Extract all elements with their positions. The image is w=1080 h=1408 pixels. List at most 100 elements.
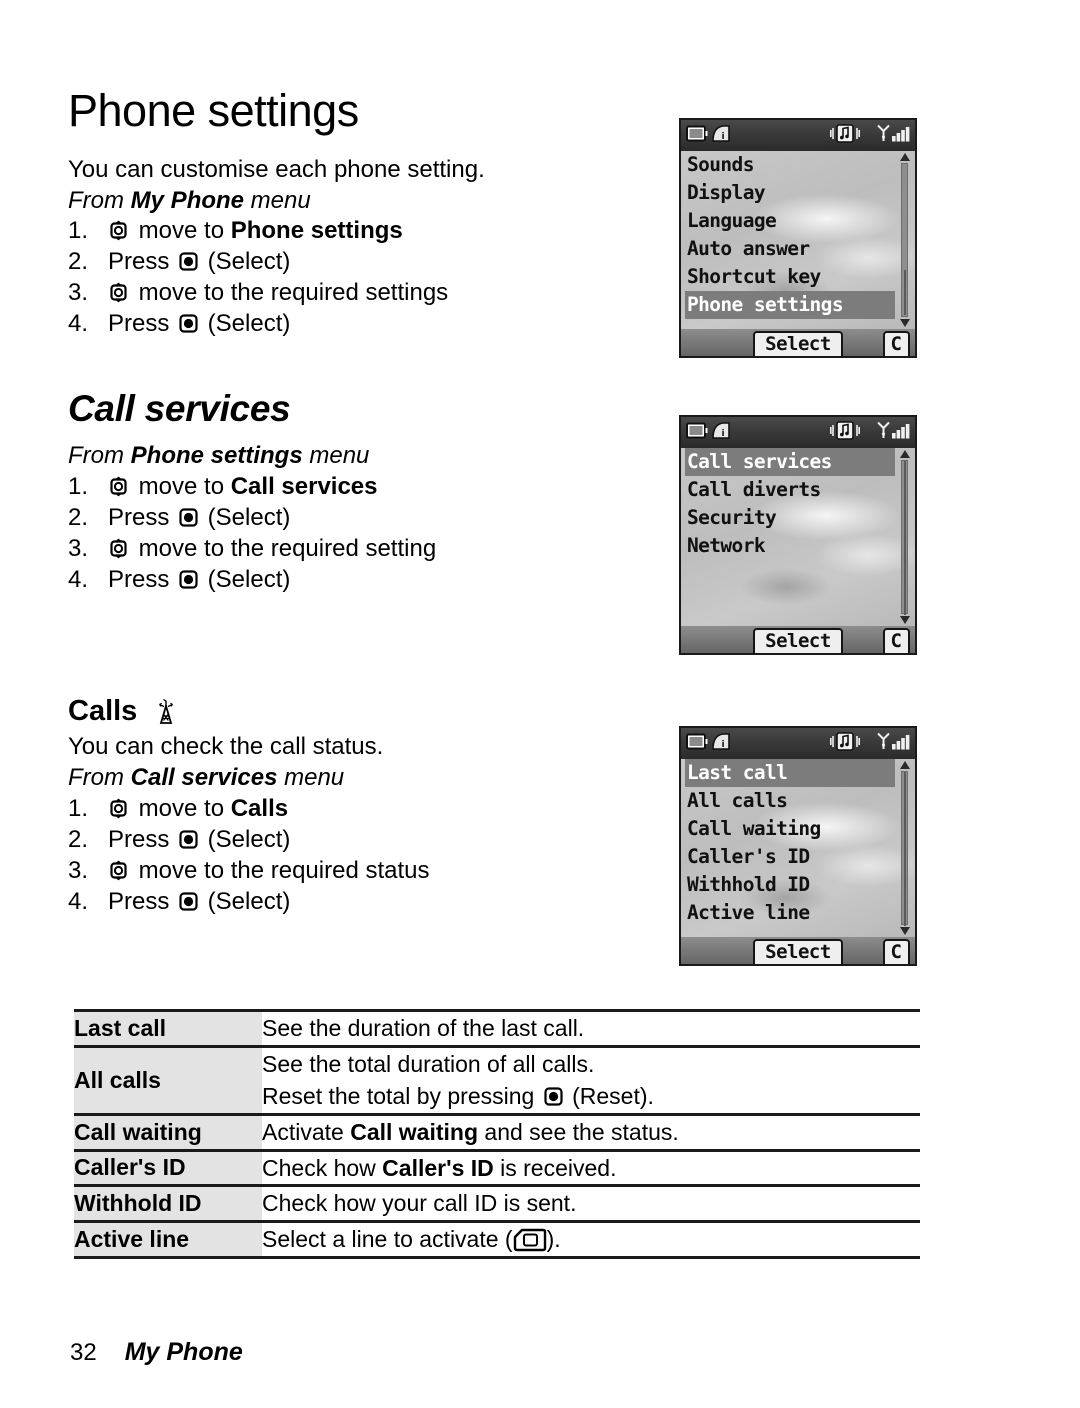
step-text: Press (Select) bbox=[108, 503, 290, 534]
step-text: move to the required settings bbox=[108, 278, 448, 309]
step-body: move to the required settings bbox=[132, 279, 449, 307]
scroll-up-arrow-icon[interactable] bbox=[899, 761, 910, 769]
status-left-icons: i bbox=[686, 421, 731, 445]
scroll-down-arrow-icon[interactable] bbox=[899, 927, 910, 935]
sim-card-icon bbox=[513, 1228, 547, 1252]
step-body: move to bbox=[132, 794, 231, 822]
desc-line: See the total duration of all calls. bbox=[262, 1048, 920, 1081]
nav-key-icon bbox=[109, 860, 128, 881]
table-row-key: Last call bbox=[74, 1010, 262, 1047]
scrollbar-thumb[interactable] bbox=[904, 772, 906, 926]
softkey-select-button[interactable]: Select bbox=[753, 627, 843, 653]
subsection-heading-calls: Calls bbox=[68, 696, 668, 726]
menu-item[interactable]: Caller's ID bbox=[685, 843, 893, 871]
softkey-bar: Select C bbox=[681, 937, 915, 964]
scrollbar[interactable] bbox=[898, 761, 911, 935]
menu-item[interactable]: Withhold ID bbox=[685, 871, 893, 899]
step-body-post: (Select) bbox=[201, 887, 291, 915]
table-row-key: Caller's ID bbox=[74, 1150, 262, 1186]
step-body-post: (Select) bbox=[201, 310, 291, 338]
desc-pre: Activate bbox=[262, 1118, 351, 1145]
menu-item[interactable]: Network bbox=[685, 532, 893, 560]
status-bar: i bbox=[681, 120, 915, 151]
menu-item[interactable]: All calls bbox=[685, 787, 893, 815]
step-text: Press (Select) bbox=[108, 887, 290, 918]
vibrate-melody-icon bbox=[830, 123, 860, 148]
menu-item[interactable]: Call waiting bbox=[685, 815, 893, 843]
step-body-post: (Select) bbox=[201, 825, 291, 853]
desc-pre: See the total duration of all calls. bbox=[262, 1050, 595, 1077]
table-row: Call waiting Activate Call waiting and s… bbox=[74, 1114, 920, 1151]
scrollbar[interactable] bbox=[898, 450, 911, 624]
menu-list: Sounds Display Language Auto answer Shor… bbox=[681, 151, 895, 319]
battery-icon bbox=[686, 733, 708, 755]
from-menu-name: Call services bbox=[130, 764, 278, 792]
desc-post: is received. bbox=[493, 1154, 617, 1181]
softkey-clear-button[interactable]: C bbox=[882, 938, 910, 964]
phone-screenshot-calls: i Last call All calls Call waiting Calle… bbox=[679, 726, 917, 966]
softkey-clear-button[interactable]: C bbox=[882, 627, 910, 653]
softkey-select-button[interactable]: Select bbox=[753, 330, 843, 356]
desc-pre: See the duration of the last call. bbox=[262, 1015, 585, 1041]
step-item: 4. Press (Select) bbox=[68, 309, 668, 340]
step-body: move to the required setting bbox=[132, 534, 437, 562]
step-item: 1. move to Calls bbox=[68, 794, 668, 825]
menu-item[interactable]: Call diverts bbox=[685, 476, 893, 504]
step-item: 3. move to the required settings bbox=[68, 278, 668, 309]
table-row: All calls See the total duration of all … bbox=[74, 1046, 920, 1115]
desc-line: Activate Call waiting and see the status… bbox=[262, 1116, 920, 1149]
table-row-description: See the duration of the last call. bbox=[262, 1011, 920, 1047]
select-key-icon bbox=[179, 830, 198, 849]
menu-item-selected[interactable]: Last call bbox=[685, 759, 895, 787]
scroll-up-arrow-icon[interactable] bbox=[899, 153, 910, 161]
scrollbar-track[interactable] bbox=[901, 460, 908, 615]
step-number: 2. bbox=[68, 248, 89, 276]
step-text: move to Phone settings bbox=[108, 216, 403, 247]
table-row-key: All calls bbox=[74, 1046, 262, 1115]
scroll-down-arrow-icon[interactable] bbox=[899, 616, 910, 624]
step-body-post: (Select) bbox=[201, 565, 291, 593]
scrollbar-track[interactable] bbox=[901, 163, 908, 317]
scrollbar-thumb[interactable] bbox=[904, 461, 906, 615]
desc-post: ). bbox=[546, 1225, 561, 1252]
from-menu-calls: From Call services menu bbox=[68, 763, 668, 794]
step-number: 4. bbox=[68, 887, 89, 915]
menu-item[interactable]: Shortcut key bbox=[685, 263, 893, 291]
menu-item[interactable]: Sounds bbox=[685, 151, 893, 179]
menu-item[interactable]: Security bbox=[685, 504, 893, 532]
signal-strength-icon bbox=[876, 421, 910, 445]
desc-pre: Reset the total by pressing bbox=[262, 1083, 541, 1110]
menu-item[interactable]: Display bbox=[685, 179, 893, 207]
desc-post: and see the status. bbox=[478, 1118, 679, 1145]
step-emphasis: Calls bbox=[230, 794, 289, 822]
step-body: move to bbox=[132, 217, 231, 245]
softkey-select-button[interactable]: Select bbox=[753, 938, 843, 964]
menu-list: Last call All calls Call waiting Caller'… bbox=[681, 759, 895, 927]
step-text: Press (Select) bbox=[108, 825, 290, 856]
select-key-icon bbox=[179, 569, 198, 589]
scroll-down-arrow-icon[interactable] bbox=[899, 319, 910, 327]
step-emphasis: Call services bbox=[230, 472, 378, 500]
softkey-bar: Select C bbox=[681, 626, 915, 653]
scrollbar-thumb[interactable] bbox=[904, 270, 906, 315]
table-row-description: See the total duration of all calls. Res… bbox=[262, 1046, 920, 1114]
screen-content: Call services Call diverts Security Netw… bbox=[681, 448, 915, 626]
softkey-clear-button[interactable]: C bbox=[882, 330, 910, 356]
from-suffix: menu bbox=[244, 186, 311, 214]
menu-item[interactable]: Active line bbox=[685, 899, 893, 927]
menu-item-selected[interactable]: Phone settings bbox=[685, 291, 895, 319]
section-heading-call-services: Call services bbox=[68, 388, 291, 429]
menu-item-selected[interactable]: Call services bbox=[685, 448, 895, 476]
menu-item[interactable]: Auto answer bbox=[685, 235, 893, 263]
step-number: 1. bbox=[68, 794, 89, 822]
step-number: 3. bbox=[68, 534, 89, 562]
scroll-up-arrow-icon[interactable] bbox=[899, 450, 910, 458]
scrollbar-track[interactable] bbox=[901, 771, 908, 926]
vibrate-melody-icon bbox=[830, 420, 860, 445]
scrollbar[interactable] bbox=[898, 153, 911, 327]
steps-call-services: 1. move to Call services 2. Press (Selec… bbox=[68, 472, 668, 596]
from-suffix: menu bbox=[277, 764, 345, 792]
step-number: 4. bbox=[68, 310, 89, 338]
svg-text:i: i bbox=[722, 429, 725, 439]
menu-item[interactable]: Language bbox=[685, 207, 893, 235]
